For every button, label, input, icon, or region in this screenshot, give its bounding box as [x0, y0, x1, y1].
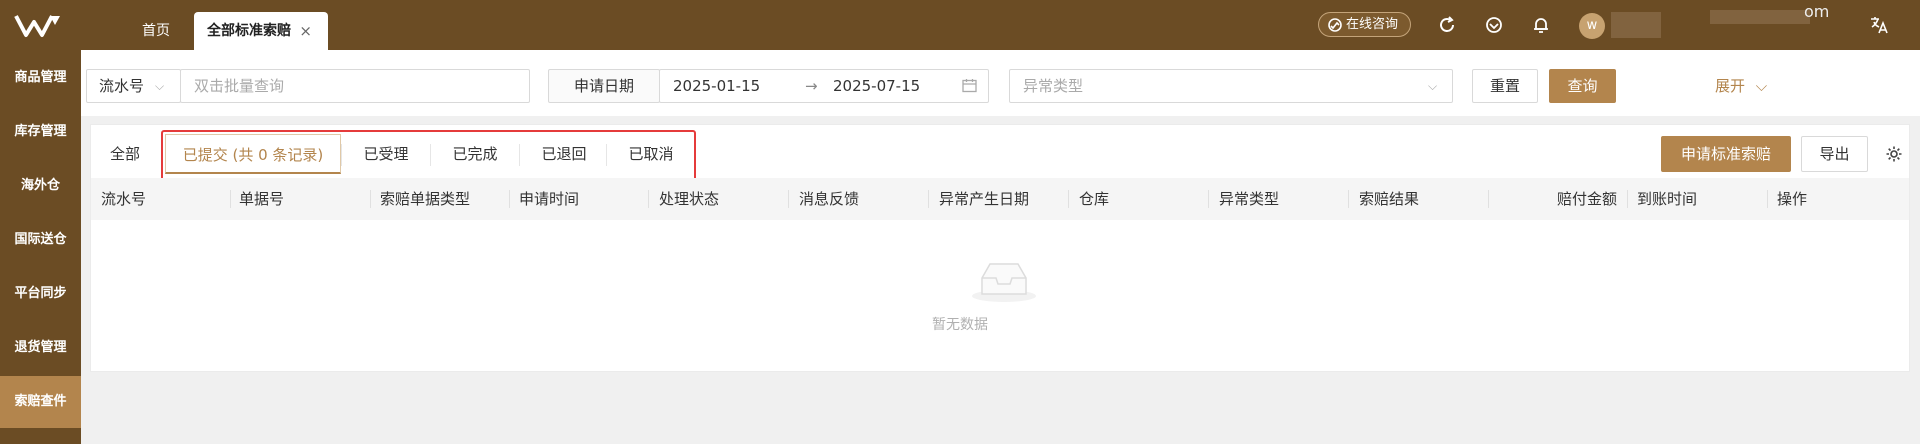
query-button[interactable]: 查询 [1549, 69, 1616, 103]
date-label-text: 申请日期 [573, 77, 634, 95]
tab-home-label: 首页 [142, 23, 170, 39]
column-divider [1068, 190, 1069, 208]
gear-icon[interactable] [1885, 145, 1903, 163]
empty-state-text: 暂无数据 [932, 317, 988, 333]
col-serial-no: 流水号 [101, 190, 147, 208]
redacted-email [1710, 10, 1810, 24]
translate-icon[interactable] [1869, 15, 1889, 35]
column-divider [509, 190, 510, 208]
date-end: 2025-07-15 [833, 77, 921, 95]
col-claim-result: 索赔结果 [1359, 190, 1420, 208]
redacted-username [1611, 12, 1661, 38]
serial-type-value: 流水号 [99, 77, 145, 95]
column-divider [1348, 190, 1349, 208]
date-start: 2025-01-15 [673, 77, 761, 95]
sidebar-item-overseas-warehouse[interactable]: 海外仓 [0, 160, 81, 212]
col-exception-date: 异常产生日期 [939, 190, 1030, 208]
date-range-arrow: → [805, 77, 818, 95]
sidebar-item-international-delivery[interactable]: 国际送仓 [0, 214, 81, 266]
tab-close-icon[interactable]: × [299, 12, 312, 50]
filter-bar: 流水号 ⌵ 双击批量查询 申请日期 2025-01-15 → 2025-07-1… [81, 50, 1920, 116]
table-header: 流水号 单据号 索赔单据类型 申请时间 处理状态 消息反馈 异常产生日期 仓库 … [91, 178, 1909, 220]
column-divider [230, 190, 231, 208]
col-actions: 操作 [1777, 190, 1808, 208]
column-divider [788, 190, 789, 208]
tab-claims-label: 全部标准索赔 [207, 23, 291, 39]
top-bar: 首页 全部标准索赔 × 在线咨询 w om [0, 0, 1920, 50]
batch-query-placeholder: 双击批量查询 [194, 77, 285, 95]
tab-home[interactable]: 首页 [120, 12, 192, 50]
apply-standard-claim-button[interactable]: 申请标准索赔 [1661, 136, 1791, 172]
col-process-status: 处理状态 [659, 190, 720, 208]
column-divider [1208, 190, 1209, 208]
exception-type-select[interactable]: 异常类型 ⌵ [1009, 69, 1453, 103]
column-divider [1767, 190, 1768, 208]
expand-label: 展开 [1715, 77, 1746, 95]
exception-type-placeholder: 异常类型 [1023, 77, 1084, 95]
date-type-label: 申请日期 [548, 69, 660, 103]
sidebar-item-claims[interactable]: 索赔查件 [0, 376, 81, 428]
status-tab-all[interactable]: 全部 [92, 134, 158, 174]
bell-icon[interactable] [1531, 15, 1551, 35]
chevron-down-icon: ⌵ [1755, 77, 1768, 95]
user-avatar[interactable]: w [1579, 13, 1605, 39]
col-compensation-amount: 赔付金额 [1557, 190, 1618, 208]
calendar-icon [962, 79, 977, 93]
column-divider [648, 190, 649, 208]
col-claim-doc-type: 索赔单据类型 [380, 190, 471, 208]
brand-logo-icon[interactable] [14, 13, 66, 39]
refresh-icon[interactable] [1437, 15, 1457, 35]
col-arrival-time: 到账时间 [1637, 190, 1698, 208]
tab-all-standard-claims[interactable]: 全部标准索赔 × [194, 12, 328, 50]
col-exception-type: 异常类型 [1219, 190, 1280, 208]
date-range-picker[interactable]: 2025-01-15 → 2025-07-15 [659, 69, 989, 103]
online-consult-label: 在线咨询 [1346, 17, 1399, 32]
sidebar-item-products[interactable]: 商品管理 [0, 52, 81, 104]
column-divider [370, 190, 371, 208]
column-divider [928, 190, 929, 208]
reset-button[interactable]: 重置 [1472, 69, 1538, 103]
column-divider [1488, 190, 1489, 208]
export-button[interactable]: 导出 [1801, 136, 1868, 172]
chevron-down-icon: ⌵ [155, 79, 165, 93]
empty-inbox-icon [972, 263, 1036, 302]
serial-type-select[interactable]: 流水号 ⌵ [86, 69, 181, 103]
headset-icon [1328, 18, 1342, 32]
sidebar-item-inventory[interactable]: 库存管理 [0, 106, 81, 158]
col-document-no: 单据号 [239, 190, 285, 208]
online-consult-button[interactable]: 在线咨询 [1318, 12, 1411, 37]
user-name-tail: om [1804, 2, 1830, 21]
page-background [81, 382, 1920, 444]
sidebar-item-platform-sync[interactable]: 平台同步 [0, 268, 81, 320]
column-divider [1627, 190, 1628, 208]
col-warehouse: 仓库 [1079, 190, 1110, 208]
sidebar: 商品管理 库存管理 海外仓 国际送仓 平台同步 退货管理 索赔查件 [0, 50, 81, 444]
col-apply-time: 申请时间 [519, 190, 580, 208]
gift-icon[interactable] [1484, 15, 1504, 35]
batch-query-input[interactable]: 双击批量查询 [180, 69, 530, 103]
col-message-feedback: 消息反馈 [799, 190, 860, 208]
expand-filters-button[interactable]: 展开 ⌵ [1715, 69, 1767, 103]
chevron-down-icon: ⌵ [1428, 79, 1438, 93]
